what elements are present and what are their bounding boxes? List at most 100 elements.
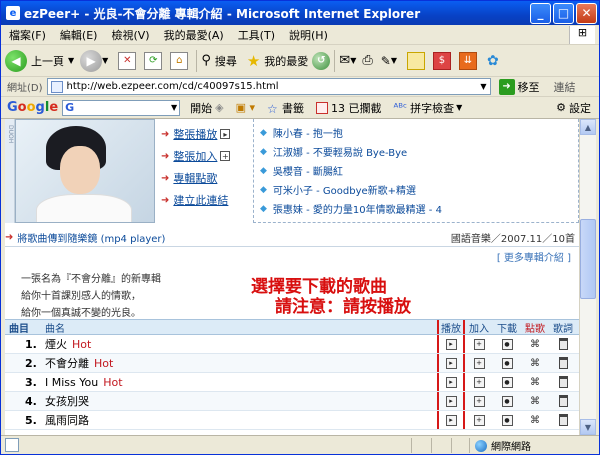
song-title[interactable]: I Miss You Hot xyxy=(45,376,437,389)
lyrics-clipboard-icon[interactable] xyxy=(558,395,568,407)
play-icon[interactable]: ▸ xyxy=(445,376,457,388)
scrollbar-thumb[interactable] xyxy=(580,219,596,299)
request-icon[interactable]: ⌘ xyxy=(530,415,540,426)
search-icon[interactable]: ⚲ xyxy=(201,53,211,68)
list-item[interactable]: ◆ 可米小子 - Goodbye新歌+精選 xyxy=(260,180,572,199)
history-icon[interactable]: ↺ xyxy=(312,51,331,70)
status-bar: 網際網路 xyxy=(1,435,599,454)
google-search-dropdown-icon[interactable]: ▼ xyxy=(171,103,177,112)
play-all-link[interactable]: ➜ 整張播放 ▸ xyxy=(161,123,251,145)
maximize-button[interactable]: □ xyxy=(553,2,574,24)
song-title[interactable]: 風雨同路 xyxy=(45,412,437,428)
add-cell: + xyxy=(465,414,493,426)
messenger-icon[interactable]: $ xyxy=(432,51,451,70)
print-icon[interactable]: ⎙ xyxy=(362,53,372,68)
menu-edit[interactable]: 編輯(E) xyxy=(60,27,98,43)
vertical-scrollbar[interactable]: ▲ ▼ xyxy=(579,119,596,435)
google-search-button[interactable]: 開始 ◈ xyxy=(190,100,223,116)
download-icon[interactable] xyxy=(501,414,513,426)
song-title[interactable]: 女孩別哭 xyxy=(45,393,437,409)
address-input[interactable]: http://web.ezpeer.com/cd/c40097s15.html … xyxy=(46,78,491,95)
more-album-intro-link[interactable]: [ 更多專輯介紹 ] xyxy=(5,249,579,264)
settings-button[interactable]: ⚙ 設定 xyxy=(556,100,591,116)
lyrics-clipboard-icon[interactable] xyxy=(558,338,568,350)
download-icon[interactable] xyxy=(501,357,513,369)
menu-view[interactable]: 檢視(V) xyxy=(111,27,149,43)
list-item[interactable]: ◆ 江淑娜 - 不要輕易說 Bye-Bye xyxy=(260,142,572,161)
forward-dropdown-icon[interactable]: ▼ xyxy=(102,56,108,65)
home-icon[interactable]: ⌂ xyxy=(170,51,189,70)
address-dropdown-icon[interactable]: ▼ xyxy=(480,82,486,91)
add-icon[interactable]: + xyxy=(473,338,485,350)
list-item[interactable]: ◆ 吳櫻音 - 斷腸紅 xyxy=(260,161,572,180)
lyrics-cell xyxy=(549,338,577,350)
mail-dropdown-icon[interactable]: ▼ xyxy=(350,56,356,65)
add-icon[interactable]: + xyxy=(473,414,485,426)
play-icon[interactable]: ▸ xyxy=(445,338,457,350)
go-button-label[interactable]: 移至 xyxy=(518,79,540,95)
lyrics-clipboard-icon[interactable] xyxy=(558,376,568,388)
scroll-down-arrow-icon[interactable]: ▼ xyxy=(580,419,596,435)
play-icon[interactable]: ▸ xyxy=(445,357,457,369)
msn-butterfly-icon[interactable]: ✿ xyxy=(487,53,499,69)
instruction-annotation: 選擇要下載的歌曲 請注意：請按播放 xyxy=(251,277,411,317)
add-icon[interactable]: + xyxy=(473,395,485,407)
play-all-icon[interactable]: ▸ xyxy=(220,129,231,139)
edit-dropdown-icon[interactable]: ▼ xyxy=(391,56,397,65)
minimize-button[interactable]: _ xyxy=(530,2,551,24)
back-dropdown-icon[interactable]: ▼ xyxy=(68,56,74,65)
research-icon[interactable]: ⇊ xyxy=(458,51,477,70)
song-title[interactable]: 煙火 Hot xyxy=(45,336,437,352)
table-row: 4. 女孩別哭 ▸ + ⌘ xyxy=(5,392,579,411)
list-item[interactable]: ◆ 張惠妹 - 愛的力量10年情歌最精選 - 4 xyxy=(260,199,572,218)
google-search-input[interactable]: G ▼ xyxy=(62,99,181,116)
popup-blocker-button[interactable]: 13 已攔截 xyxy=(316,100,382,116)
search-button-label[interactable]: 搜尋 xyxy=(215,53,237,69)
go-arrow-icon[interactable]: ➜ xyxy=(498,78,515,95)
stop-icon[interactable]: ✕ xyxy=(118,51,137,70)
menu-favorites[interactable]: 我的最愛(A) xyxy=(164,27,224,43)
bookmarks-button[interactable]: ☆ 書籤 xyxy=(267,100,304,116)
mail-icon[interactable]: ✉ xyxy=(339,53,350,68)
favorites-star-icon[interactable]: ★ xyxy=(247,52,260,70)
add-all-link[interactable]: ➜ 整張加入 + xyxy=(161,145,251,167)
add-icon[interactable]: + xyxy=(473,357,485,369)
menu-tools[interactable]: 工具(T) xyxy=(238,27,275,43)
spellcheck-button[interactable]: ᴬᴮᶜ 拼字檢查 ▼ xyxy=(394,100,463,116)
request-icon[interactable]: ⌘ xyxy=(530,396,540,407)
download-icon[interactable] xyxy=(501,338,513,350)
play-icon[interactable]: ▸ xyxy=(445,414,457,426)
add-icon[interactable]: + xyxy=(473,376,485,388)
lyrics-clipboard-icon[interactable] xyxy=(558,357,568,369)
request-icon[interactable]: ⌘ xyxy=(530,358,540,369)
header-download: 下載 xyxy=(497,323,517,335)
add-all-icon[interactable]: + xyxy=(220,151,231,161)
back-arrow-icon[interactable]: ◀ xyxy=(5,49,27,72)
request-icon[interactable]: ⌘ xyxy=(530,339,540,350)
download-icon[interactable] xyxy=(501,376,513,388)
links-toolbar[interactable]: 連結 xyxy=(554,79,576,95)
refresh-icon[interactable]: ⟳ xyxy=(144,51,163,70)
mp4-player-link[interactable]: ➜ 將歌曲傳到隨樂鏡 (mp4 player) xyxy=(5,230,165,245)
request-icon[interactable]: ⌘ xyxy=(530,377,540,388)
menu-file[interactable]: 檔案(F) xyxy=(9,27,46,43)
album-request-link[interactable]: ➜ 專輯點歌 xyxy=(161,167,251,189)
favorites-button-label[interactable]: 我的最愛 xyxy=(264,53,308,69)
lyrics-clipboard-icon[interactable] xyxy=(558,414,568,426)
create-link-link[interactable]: ➜ 建立此連結 xyxy=(161,189,251,211)
pagerank-icon[interactable]: ▣ ▾ xyxy=(236,101,255,114)
scroll-up-arrow-icon[interactable]: ▲ xyxy=(580,119,596,135)
go-button[interactable]: ➜ 移至 xyxy=(498,78,540,95)
song-title[interactable]: 不會分離 Hot xyxy=(45,355,437,371)
download-icon[interactable] xyxy=(501,395,513,407)
address-url[interactable]: http://web.ezpeer.com/cd/c40097s15.html xyxy=(67,81,279,92)
play-icon[interactable]: ▸ xyxy=(445,395,457,407)
close-button[interactable]: ✕ xyxy=(576,2,597,24)
menu-help[interactable]: 說明(H) xyxy=(289,27,328,43)
edit-icon[interactable]: ✎ xyxy=(381,54,391,68)
forward-arrow-icon[interactable]: ▶ xyxy=(80,49,103,72)
list-item[interactable]: ◆ 陳小春 - 抱一抱 xyxy=(260,123,572,142)
back-button-label[interactable]: 上一頁 xyxy=(31,53,64,69)
annotation-line-1: 選擇要下載的歌曲 xyxy=(251,277,387,297)
discuss-icon[interactable] xyxy=(406,51,425,70)
